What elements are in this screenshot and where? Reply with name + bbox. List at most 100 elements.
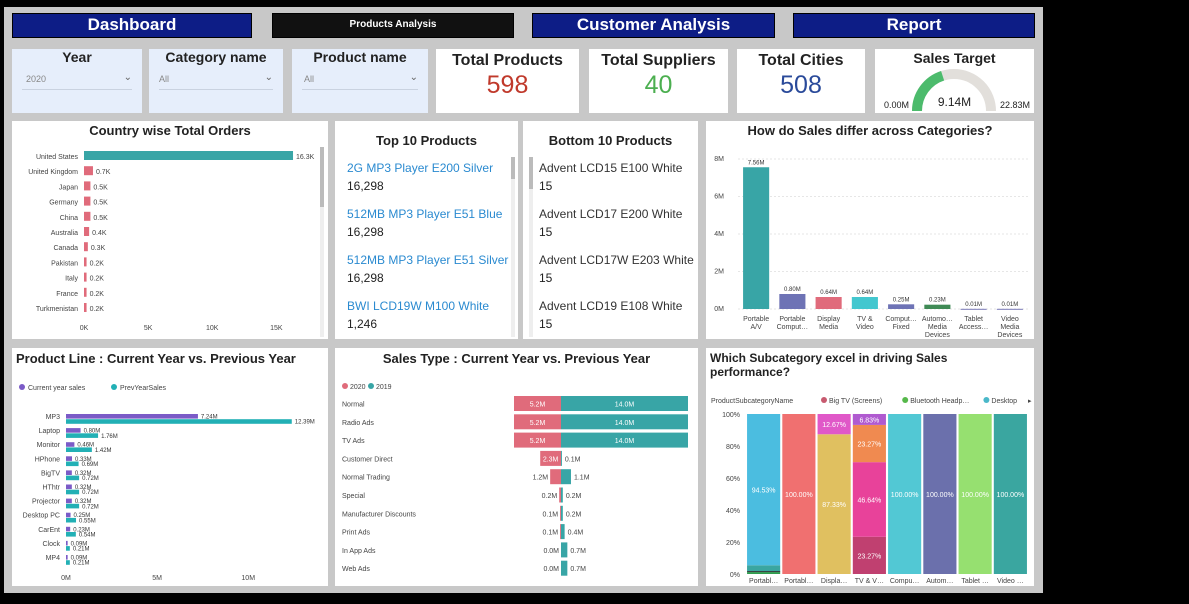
year-slicer-title: Year [62, 49, 92, 65]
product-line-value-label: 0.21M [73, 547, 90, 553]
legend-label: Desktop [991, 398, 1017, 405]
country-bar [84, 181, 91, 191]
product-name[interactable]: Advent LCD17W E203 White [539, 253, 694, 267]
legend-dot [902, 397, 909, 403]
category-x-label: Video [856, 324, 874, 331]
subcategory-x-label: Displa… [821, 578, 847, 585]
product-line-label: Desktop PC [23, 513, 60, 520]
sales-type-value-2020: 5.2M [530, 420, 546, 427]
product-line-value-label: 12.39M [295, 420, 315, 426]
product-slicer[interactable]: Product name All ⌄ [292, 49, 428, 113]
scrollbar-thumb[interactable] [511, 157, 515, 179]
subcategory-y-tick: 100% [722, 412, 740, 419]
scrollbar[interactable] [320, 147, 324, 337]
product-value: 15 [539, 317, 553, 331]
subcategory-y-tick: 0% [730, 572, 740, 579]
country-label: Japan [59, 184, 78, 191]
sales-type-bar-2020 [550, 469, 561, 485]
top-products-panel: Top 10 Products 2G MP3 Player E200 Silve… [335, 121, 518, 339]
subcategory-segment-label: 100.00% [891, 492, 919, 499]
category-x-label: Portable [743, 316, 769, 323]
tab-customer-analysis[interactable]: Customer Analysis [532, 13, 775, 38]
country-value-label: 0.2K [90, 260, 105, 267]
subcategory-x-label: Video … [997, 578, 1024, 585]
bottom-products-title: Bottom 10 Products [548, 133, 673, 148]
category-x-label: Portable [779, 316, 805, 323]
product-line-bar [66, 517, 77, 523]
product-line-chart: Current year sales PrevYearSalesMP3 7.24M1… [19, 384, 315, 582]
sales-type-bar-2020 [560, 505, 561, 521]
subcategory-panel: Which Subcategory excel in driving Sales… [706, 348, 1034, 586]
subcategory-segment [747, 565, 781, 572]
product-name[interactable]: 512MB MP3 Player E51 Blue [347, 207, 502, 221]
category-value-label: 7.56M [748, 160, 765, 166]
country-label: Australia [51, 230, 78, 237]
category-x-label: Display [817, 316, 840, 323]
chevron-down-icon[interactable]: ⌄ [410, 72, 418, 83]
product-name[interactable]: Advent LCD17 E200 White [539, 207, 682, 221]
product-name[interactable]: Advent LCD15 E100 White [539, 161, 682, 175]
product-name[interactable]: 512MB MP3 Player E51 Silver [347, 253, 508, 267]
category-x-label: Devices [925, 332, 950, 339]
country-label: Canada [53, 245, 78, 252]
top-products-title: Top 10 Products [376, 133, 477, 148]
year-slicer[interactable]: Year 2020 ⌄ [12, 49, 142, 113]
subcategory-segment-label: 94.53% [752, 488, 776, 495]
product-line-label: CarEnt [38, 527, 60, 534]
sales-type-bar-2019 [561, 450, 562, 466]
product-line-label: Projector [32, 499, 61, 506]
total-cities-card: Total Cities 508 [737, 49, 865, 113]
scrollbar[interactable] [511, 157, 515, 337]
total-suppliers-title: Total Suppliers [601, 52, 716, 69]
subcategory-segment-label: 23.27% [858, 442, 882, 449]
slicer-underline [22, 89, 132, 90]
subcategory-x-label: TV & V… [855, 578, 884, 585]
product-line-value-label: 0.54M [79, 533, 96, 539]
product-line-bar [66, 456, 73, 461]
slicer-underline [302, 89, 418, 90]
product-line-x-tick: 5M [152, 575, 162, 582]
category-x-label: Media [819, 324, 838, 331]
tab-dashboard[interactable]: Dashboard [12, 13, 252, 38]
legend-dot [19, 384, 25, 390]
product-line-value-label: 1.76M [101, 434, 118, 440]
sales-type-panel: Sales Type : Current Year vs. Previous Y… [335, 348, 698, 586]
category-bar [815, 297, 842, 309]
tab-report[interactable]: Report [793, 13, 1035, 38]
sales-type-value-2019: 0.2M [566, 511, 582, 518]
product-line-bar [66, 512, 71, 518]
sales-type-value-2020: 0.0M [543, 566, 559, 573]
category-y-tick: 0M [714, 306, 724, 313]
scrollbar[interactable] [529, 157, 533, 337]
sales-type-value-2019: 0.2M [566, 493, 582, 500]
country-orders-chart: United States 16.3K United Kingdom 0.7K Japa… [28, 151, 315, 332]
product-name[interactable]: 2G MP3 Player E200 Silver [347, 161, 493, 175]
chevron-down-icon[interactable]: ⌄ [265, 72, 273, 83]
sales-type-bar-2020 [560, 524, 561, 540]
category-sales-panel: How do Sales differ across Categories? 0… [706, 121, 1034, 339]
country-bar [84, 151, 294, 160]
category-x-label: Tablet [964, 316, 983, 323]
subcategory-x-label: Autom… [926, 578, 953, 585]
country-value-label: 0.2K [90, 291, 105, 298]
tab-products-analysis[interactable]: Products Analysis [272, 13, 514, 38]
category-x-label: TV & [857, 316, 873, 323]
country-bar [84, 272, 87, 282]
category-x-label: Comput… [885, 316, 917, 323]
category-y-tick: 6M [714, 194, 724, 201]
product-line-bar [66, 461, 79, 467]
product-line-value-label: 0.69M [82, 462, 99, 468]
scrollbar-thumb[interactable] [320, 147, 324, 207]
product-value: 16,298 [347, 179, 384, 193]
category-slicer[interactable]: Category name All ⌄ [149, 49, 283, 113]
sales-type-chart: 2020 2019 Normal 5.2M 14.0M Radio Ads 5.2M 14.0… [342, 383, 688, 576]
product-name[interactable]: BWI LCD19W M100 White [347, 299, 489, 313]
scrollbar-thumb[interactable] [529, 157, 533, 189]
product-line-bar [66, 484, 72, 490]
chevron-down-icon[interactable]: ⌄ [124, 72, 132, 83]
product-line-bar [66, 442, 75, 447]
product-line-bar [66, 419, 292, 424]
country-value-label: 0.2K [90, 276, 105, 283]
product-name[interactable]: Advent LCD19 E108 White [539, 299, 682, 313]
sales-type-value-2019: 0.7M [570, 548, 586, 555]
